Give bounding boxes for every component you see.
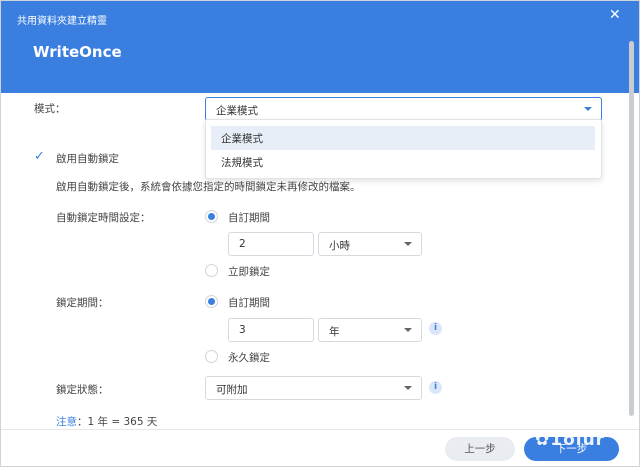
note: 注意：1 年 = 365 天 (56, 414, 157, 429)
header: 共用資料夾建立精靈 ✕ WriteOnce (1, 1, 639, 93)
mode-label: 模式： (34, 103, 66, 115)
auto-lock-label: 啟用自動鎖定 (56, 153, 119, 165)
wizard-window: 共用資料夾建立精靈 ✕ WriteOnce 模式： 企業模式 企業模式 法規模式… (0, 0, 640, 467)
lock-state-select[interactable]: 可附加 (205, 376, 422, 400)
chevron-down-icon (404, 242, 412, 246)
lock-state-label: 鎖定狀態： (56, 384, 109, 396)
info-icon[interactable]: i (429, 322, 442, 335)
auto-lock-time-label: 自動鎖定時間設定： (56, 212, 151, 224)
scrollbar[interactable] (629, 41, 634, 416)
auto-lock-checkbox[interactable]: ✓ (34, 149, 45, 164)
auto-lock-unit-select[interactable]: 小時 (318, 232, 422, 256)
chevron-down-icon (404, 386, 412, 390)
auto-lock-value-input[interactable]: 2 (228, 232, 314, 256)
auto-lock-custom-label: 自訂期間 (228, 212, 270, 224)
chevron-down-icon (584, 107, 592, 111)
auto-lock-custom-radio[interactable] (205, 210, 218, 223)
window-title: 共用資料夾建立精靈 (17, 16, 107, 27)
auto-lock-description: 啟用自動鎖定後，系統會依據您指定的時間鎖定未再修改的檔案。 (56, 181, 361, 193)
close-icon[interactable]: ✕ (609, 7, 621, 23)
note-prefix: 注意 (56, 416, 77, 428)
mode-dropdown-menu: 企業模式 法規模式 (205, 119, 602, 179)
lock-state-value: 可附加 (216, 384, 248, 396)
lock-period-custom-radio[interactable] (205, 295, 218, 308)
auto-lock-unit-value: 小時 (329, 240, 350, 252)
page-title: WriteOnce (33, 43, 122, 61)
lock-period-unit-select[interactable]: 年 (318, 318, 422, 342)
lock-period-unit-value: 年 (329, 326, 340, 338)
lock-period-label: 鎖定期間： (56, 297, 109, 309)
chevron-down-icon (404, 328, 412, 332)
mode-select[interactable]: 企業模式 (205, 97, 602, 121)
immediate-lock-label: 立即鎖定 (228, 266, 270, 278)
immediate-lock-radio[interactable] (205, 264, 218, 277)
menu-item-compliance[interactable]: 法規模式 (211, 150, 595, 174)
info-icon[interactable]: i (429, 381, 442, 394)
forever-lock-label: 永久鎖定 (228, 352, 270, 364)
lock-period-custom-label: 自訂期間 (228, 297, 270, 309)
watermark-logo: ✿1olur (535, 430, 606, 450)
lock-period-value-input[interactable]: 3 (228, 318, 314, 342)
menu-item-enterprise[interactable]: 企業模式 (211, 126, 595, 150)
mode-value: 企業模式 (216, 105, 258, 117)
forever-lock-radio[interactable] (205, 350, 218, 363)
note-text: ：1 年 = 365 天 (77, 416, 158, 428)
back-button[interactable]: 上一步 (445, 437, 515, 461)
